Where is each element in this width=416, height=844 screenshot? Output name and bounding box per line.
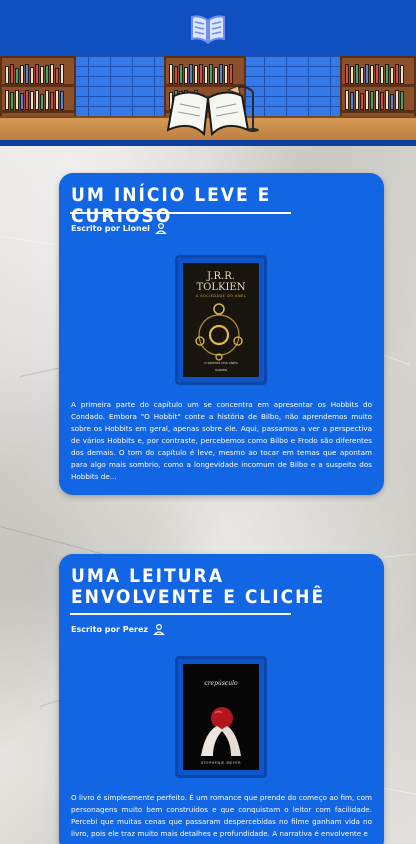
cover-series: O SENHOR DOS ANÉIS [204,361,238,365]
book-cover: J.R.R. TOLKIEN A SOCIEDADE DO ANEL O SEN… [183,263,259,377]
post-card[interactable]: Uma leitura envolvente e clichê Escrito … [59,554,384,844]
top-bar [0,0,416,56]
cover-author: STEPHENIE MEYER [200,761,241,765]
post-title[interactable]: Um início leve e curioso [71,185,372,227]
title-divider [70,613,291,615]
open-book-on-desk-icon [166,85,259,137]
cover-author: J.R.R. TOLKIEN [196,271,246,293]
author-label: Escrito por Lionel [71,223,150,233]
ring-emblem-icon [195,303,243,361]
post-excerpt: O livro é simplesmente perfeito. É um ro… [71,793,372,838]
user-icon [153,623,165,635]
cover-subtitle: A SOCIEDADE DO ANEL [195,294,247,298]
book-cover-frame[interactable]: crepúsculo STEPHENIE MEYER [175,656,267,778]
cover-publisher: HARPER [214,368,228,372]
post-title[interactable]: Uma leitura envolvente e clichê [71,566,372,608]
author-label: Escrito por Perez [71,624,149,634]
cover-title: crepúsculo [204,680,238,687]
book-cover-frame[interactable]: J.R.R. TOLKIEN A SOCIEDADE DO ANEL O SEN… [175,255,267,385]
user-icon [155,222,167,234]
library-banner [0,56,416,146]
post-author: Escrito por Perez [71,623,165,635]
post-author: Escrito por Lionel [71,222,167,234]
apple-hands-icon [201,707,241,756]
post-card[interactable]: Um início leve e curioso Escrito por Lio… [59,173,384,495]
book-cover: crepúsculo STEPHENIE MEYER [183,664,259,770]
post-excerpt: A primeira parte do capítulo um se conce… [71,400,372,481]
title-divider [70,212,291,214]
open-book-icon[interactable] [190,11,226,45]
